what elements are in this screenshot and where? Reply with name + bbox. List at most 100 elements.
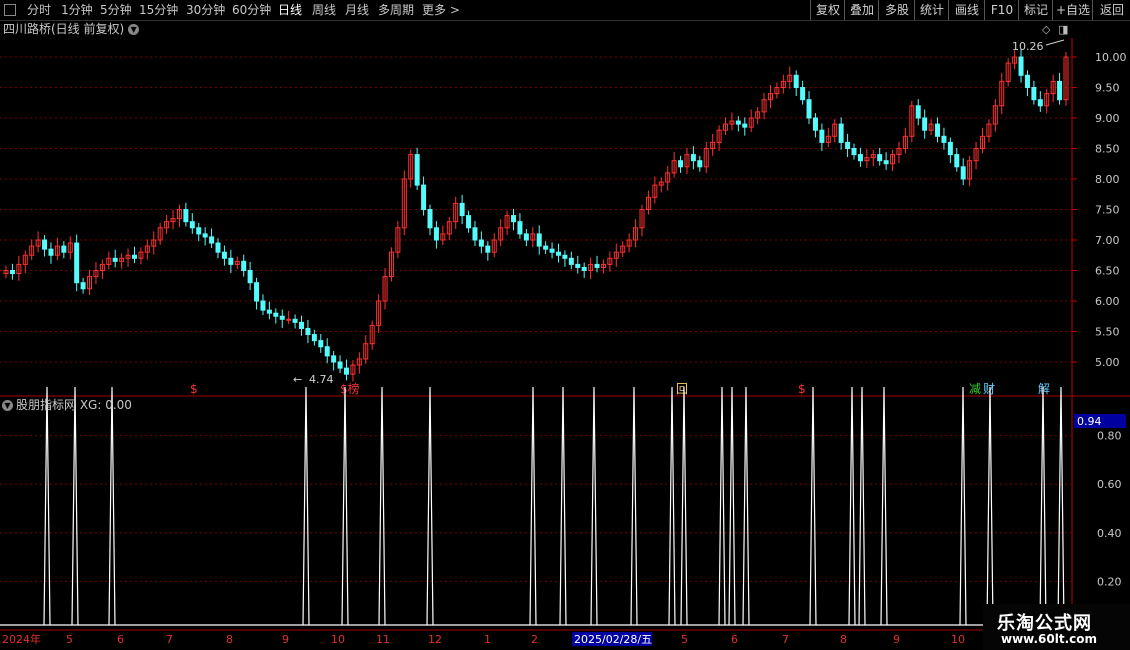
candle-body bbox=[61, 245, 67, 253]
candle-body bbox=[941, 135, 947, 143]
candle-body bbox=[678, 160, 684, 168]
candle-body bbox=[555, 251, 561, 256]
candle-body bbox=[254, 282, 260, 302]
signal-spike bbox=[742, 386, 750, 626]
price-tick-label: 5.00 bbox=[1095, 356, 1120, 369]
chevron-down-icon[interactable]: ▼ bbox=[2, 400, 13, 411]
candle-body bbox=[472, 227, 478, 241]
date-tick-label: 5 bbox=[681, 633, 688, 646]
indicator-name-label: 股朋指标网 XG: 0.00 bbox=[16, 398, 132, 412]
indicator-tick-label: 0.60 bbox=[1097, 478, 1122, 491]
price-tick-label: 6.50 bbox=[1095, 265, 1120, 278]
signal-spike bbox=[959, 386, 967, 626]
candle-body bbox=[845, 141, 851, 149]
candle-body bbox=[241, 260, 247, 272]
candle-body bbox=[311, 334, 317, 342]
candle-body bbox=[183, 209, 189, 223]
date-tick-label: 8 bbox=[840, 633, 847, 646]
candle-body bbox=[568, 257, 574, 265]
candle-body bbox=[221, 251, 227, 259]
candle-body bbox=[485, 245, 491, 253]
logo-url: www.60lt.com bbox=[1001, 632, 1098, 646]
candle-body bbox=[935, 123, 941, 137]
candle-body bbox=[74, 242, 80, 284]
price-tick-label: 7.50 bbox=[1095, 204, 1120, 217]
candle-body bbox=[466, 215, 472, 229]
candle-body bbox=[131, 254, 137, 259]
price-tick-label: 8.50 bbox=[1095, 143, 1120, 156]
candle-body bbox=[793, 74, 799, 89]
date-tick-label: 9 bbox=[893, 633, 900, 646]
signal-spike bbox=[728, 386, 736, 626]
price-tick-label: 9.50 bbox=[1095, 82, 1120, 95]
candle-body bbox=[575, 263, 581, 268]
signal-spike bbox=[43, 386, 51, 626]
signal-spike bbox=[848, 386, 856, 626]
price-tick-label: 5.50 bbox=[1095, 326, 1120, 339]
low-arrow: ← bbox=[293, 373, 302, 386]
signal-spike bbox=[718, 386, 726, 626]
candle-body bbox=[1031, 87, 1037, 101]
candle-body bbox=[857, 154, 863, 162]
candle-body bbox=[838, 123, 844, 143]
event-marker: $ bbox=[798, 382, 806, 396]
candle-body bbox=[1057, 80, 1063, 101]
signal-spike bbox=[1039, 386, 1047, 626]
candle-body bbox=[1024, 74, 1030, 89]
candle-body bbox=[421, 184, 427, 211]
signal-spike bbox=[986, 386, 994, 626]
signal-spike bbox=[559, 386, 567, 626]
date-tick-label: 11 bbox=[376, 633, 390, 646]
candle-body bbox=[209, 236, 215, 244]
indicator-current-value: 0.94 bbox=[1077, 415, 1102, 428]
low-price-label: 4.74 bbox=[309, 373, 334, 386]
candle-body bbox=[543, 245, 549, 250]
date-tick-label: 1 bbox=[484, 633, 491, 646]
candle-body bbox=[800, 87, 806, 101]
candle-body bbox=[48, 248, 54, 256]
date-tick-label: 6 bbox=[731, 633, 738, 646]
indicator-tick-label: 0.40 bbox=[1097, 527, 1122, 540]
candle-body bbox=[286, 318, 292, 321]
candle-body bbox=[433, 227, 439, 241]
candle-body bbox=[478, 239, 484, 247]
candle-body bbox=[202, 233, 208, 238]
candle-body bbox=[511, 215, 517, 223]
signal-spike bbox=[108, 386, 116, 626]
candle-body bbox=[9, 270, 15, 275]
candle-body bbox=[247, 270, 253, 284]
candle-body bbox=[594, 263, 600, 268]
price-tick-label: 6.00 bbox=[1095, 295, 1120, 308]
candle-body bbox=[343, 367, 349, 375]
date-tick-label: 7 bbox=[782, 633, 789, 646]
high-price-label: 10.26 bbox=[1012, 40, 1044, 53]
candle-body bbox=[536, 233, 542, 247]
signal-spike bbox=[302, 386, 310, 626]
candle-body bbox=[690, 154, 696, 162]
candle-body bbox=[279, 315, 285, 320]
event-marker: 回 bbox=[676, 382, 688, 396]
date-tick-label: 8 bbox=[226, 633, 233, 646]
candle-body bbox=[960, 166, 966, 180]
kline-chart[interactable]: 10.00 9.50 9.00 8.50 8.00 7.50 7.00 6.50 6.00 5.5… bbox=[0, 0, 1130, 650]
indicator-tick-label: 0.20 bbox=[1097, 575, 1122, 588]
date-tick-label: 6 bbox=[117, 633, 124, 646]
event-marker: 减 bbox=[969, 382, 981, 396]
date-tick-label: 2 bbox=[531, 633, 538, 646]
candle-body bbox=[292, 318, 298, 323]
candle-body bbox=[883, 160, 889, 165]
price-tick-label: 10.00 bbox=[1095, 51, 1127, 64]
signal-spike bbox=[590, 386, 598, 626]
date-tick-label: 10 bbox=[331, 633, 345, 646]
candle-body bbox=[851, 148, 857, 156]
date-tick-label: 7 bbox=[166, 633, 173, 646]
candle-body bbox=[228, 257, 234, 265]
candle-body bbox=[266, 309, 272, 314]
candle-body bbox=[324, 346, 330, 357]
candle-body bbox=[697, 160, 703, 168]
candle-body bbox=[273, 312, 279, 317]
signal-spike bbox=[378, 386, 386, 626]
candle-body bbox=[819, 129, 825, 143]
signal-spike bbox=[426, 386, 434, 626]
candle-body bbox=[812, 117, 818, 131]
